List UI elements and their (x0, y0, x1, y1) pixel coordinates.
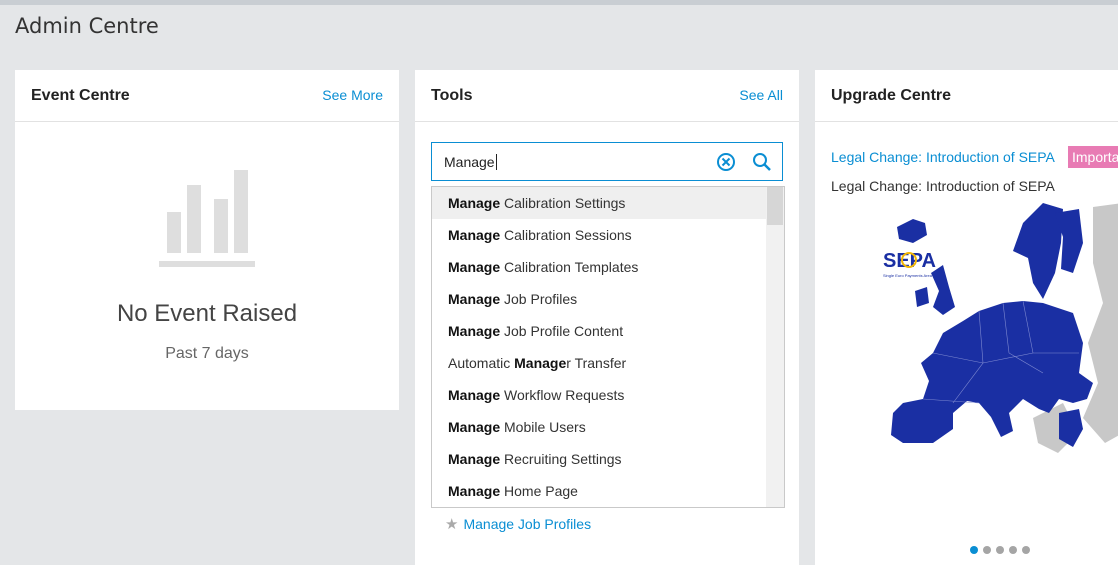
sepa-logo-tagline: Single Euro Payments Area (883, 273, 933, 278)
upgrade-centre-card: Upgrade Centre Legal Change: Introductio… (815, 70, 1118, 565)
star-icon: ★ (445, 516, 459, 533)
suggestion-item[interactable]: Manage Recruiting Settings (432, 443, 784, 475)
page-title: Admin Centre (15, 14, 159, 38)
suggestion-item[interactable]: Manage Workflow Requests (432, 379, 784, 411)
search-icon[interactable] (752, 152, 772, 172)
suggestion-rest: Job Profile Content (500, 323, 624, 339)
suggestion-match: Manage (448, 323, 501, 339)
event-centre-title: Event Centre (31, 87, 130, 104)
see-more-link[interactable]: See More (322, 87, 383, 103)
legal-change-link[interactable]: Legal Change: Introduction of SEPA (831, 149, 1055, 165)
carousel-dots (970, 541, 1035, 559)
suggestion-match: Manage (448, 291, 501, 307)
suggestion-rest: Mobile Users (500, 419, 586, 435)
suggestion-rest: Calibration Settings (500, 195, 626, 211)
scrollbar-thumb[interactable] (767, 187, 783, 225)
suggestion-rest: r Transfer (566, 355, 627, 371)
suggestion-match: Manage (448, 451, 501, 467)
suggestion-item[interactable]: Manage Home Page (432, 475, 784, 507)
suggestion-item[interactable]: Manage Calibration Templates (432, 251, 784, 283)
carousel-dot[interactable] (996, 546, 1004, 554)
event-centre-card: Event Centre See More No Event Raised Pa… (15, 70, 399, 410)
upgrade-centre-title: Upgrade Centre (831, 87, 952, 104)
suggestion-item[interactable]: Manage Calibration Settings (432, 187, 784, 219)
tools-card: Tools See All Manage Manage Calibration … (415, 70, 799, 565)
suggestion-rest: Job Profiles (500, 291, 578, 307)
suggestion-item[interactable]: Manage Calibration Sessions (432, 219, 784, 251)
no-event-period: Past 7 days (165, 345, 249, 362)
carousel-dot[interactable] (1022, 546, 1030, 554)
no-event-title: No Event Raised (116, 300, 298, 327)
bar-chart-icon (159, 170, 255, 267)
tools-header: Tools See All (415, 70, 799, 122)
upgrade-centre-header: Upgrade Centre (815, 70, 1118, 122)
suggestion-match: Manage (448, 227, 501, 243)
favorite-tool-link[interactable]: ★ Manage Job Profiles (445, 515, 591, 533)
top-strip (0, 0, 1118, 5)
suggestion-match: Manage (448, 387, 501, 403)
sepa-europe-map-image: SEPA Single Euro Payments Area (883, 203, 1118, 453)
suggestion-match: Manage (448, 419, 501, 435)
see-all-link[interactable]: See All (739, 87, 783, 103)
tools-title: Tools (431, 87, 473, 104)
tools-search-input[interactable]: Manage (431, 142, 783, 181)
favorite-tool-label: Manage Job Profiles (463, 516, 592, 532)
important-badge: Importa (1068, 146, 1118, 168)
suggestion-rest: Calibration Templates (500, 259, 639, 275)
suggestion-item[interactable]: Manage Mobile Users (432, 411, 784, 443)
suggestion-rest: Recruiting Settings (500, 451, 622, 467)
carousel-dot[interactable] (1009, 546, 1017, 554)
event-centre-header: Event Centre See More (15, 70, 399, 122)
suggestion-match: Manage (448, 195, 501, 211)
suggestion-match: Manage (514, 355, 567, 371)
suggestion-item[interactable]: Manage Job Profiles (432, 283, 784, 315)
search-suggestions-dropdown: Manage Calibration Settings Manage Calibr… (431, 186, 785, 508)
carousel-dot[interactable] (983, 546, 991, 554)
suggestion-rest: Workflow Requests (500, 387, 625, 403)
suggestion-rest: Home Page (500, 483, 578, 499)
dropdown-scrollbar[interactable] (766, 187, 784, 507)
search-input-value: Manage (444, 154, 497, 170)
suggestion-rest: Calibration Sessions (500, 227, 632, 243)
clear-search-icon[interactable] (716, 152, 736, 172)
suggestion-item[interactable]: Automatic Manager Transfer (432, 347, 784, 379)
suggestion-prefix: Automatic (448, 355, 515, 371)
carousel-dot[interactable] (970, 546, 978, 554)
suggestion-match: Manage (448, 259, 501, 275)
legal-change-subtitle: Legal Change: Introduction of SEPA (831, 178, 1055, 194)
suggestion-item[interactable]: Manage Job Profile Content (432, 315, 784, 347)
suggestion-match: Manage (448, 483, 501, 499)
